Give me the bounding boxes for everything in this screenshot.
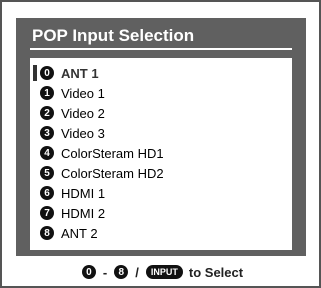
input-option-label: Video 1 bbox=[61, 85, 105, 101]
pop-input-selection-panel: POP Input Selection 0 ANT 1 1 Video 1 2 … bbox=[16, 18, 306, 256]
input-option-label: Video 2 bbox=[61, 105, 105, 121]
input-option-label: ColorSteram HD2 bbox=[61, 165, 164, 181]
input-option-label: HDMI 1 bbox=[61, 185, 106, 201]
separator-slash: / bbox=[135, 264, 139, 280]
input-option-ant2[interactable]: 8 ANT 2 bbox=[40, 223, 98, 243]
select-instruction: to Select bbox=[188, 264, 244, 280]
input-option-ant1[interactable]: 0 ANT 1 bbox=[33, 63, 99, 83]
input-option-label: ANT 1 bbox=[61, 65, 99, 81]
range-dash: - bbox=[102, 264, 108, 280]
input-option-label: ColorSteram HD1 bbox=[61, 145, 164, 161]
input-option-colorstream-hd1[interactable]: 4 ColorSteram HD1 bbox=[40, 143, 164, 163]
osd-frame: POP Input Selection 0 ANT 1 1 Video 1 2 … bbox=[0, 0, 321, 288]
input-option-hdmi2[interactable]: 7 HDMI 2 bbox=[40, 203, 105, 223]
number-2-icon: 2 bbox=[40, 106, 54, 120]
number-8-icon: 8 bbox=[40, 226, 54, 240]
input-option-video2[interactable]: 2 Video 2 bbox=[40, 103, 105, 123]
input-option-video3[interactable]: 3 Video 3 bbox=[40, 123, 105, 143]
number-5-icon: 5 bbox=[40, 166, 54, 180]
number-0-icon: 0 bbox=[81, 265, 96, 279]
input-list: 0 ANT 1 1 Video 1 2 Video 2 3 Video 3 4 … bbox=[30, 58, 292, 250]
input-option-label: ANT 2 bbox=[61, 225, 98, 241]
instruction-footer: 0 - 8 / INPUT to Select bbox=[2, 260, 321, 284]
input-option-colorstream-hd2[interactable]: 5 ColorSteram HD2 bbox=[40, 163, 164, 183]
panel-title: POP Input Selection bbox=[32, 26, 195, 45]
number-4-icon: 4 bbox=[40, 146, 54, 160]
input-option-video1[interactable]: 1 Video 1 bbox=[40, 83, 105, 103]
number-1-icon: 1 bbox=[40, 86, 54, 100]
input-option-label: Video 3 bbox=[61, 125, 105, 141]
title-divider bbox=[30, 48, 292, 50]
number-7-icon: 7 bbox=[40, 206, 54, 220]
number-3-icon: 3 bbox=[40, 126, 54, 140]
number-0-icon: 0 bbox=[40, 66, 54, 80]
input-option-hdmi1[interactable]: 6 HDMI 1 bbox=[40, 183, 105, 203]
selection-cursor bbox=[33, 65, 37, 81]
number-8-icon: 8 bbox=[114, 265, 129, 279]
input-button-icon: INPUT bbox=[145, 265, 183, 279]
input-option-label: HDMI 2 bbox=[61, 205, 106, 221]
number-6-icon: 6 bbox=[40, 186, 54, 200]
